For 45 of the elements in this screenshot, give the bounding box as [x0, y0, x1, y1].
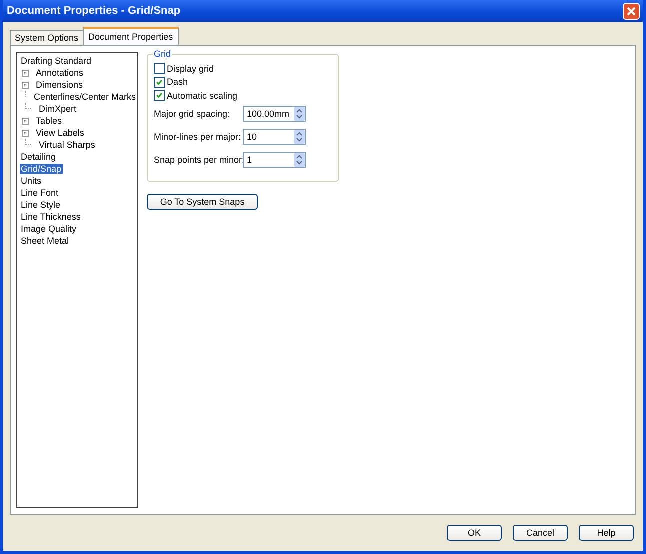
- checkbox-label: Automatic scaling: [167, 90, 238, 101]
- spin-field[interactable]: 1: [243, 152, 306, 168]
- tree-item[interactable]: Virtual Sharps: [38, 140, 96, 150]
- expand-icon[interactable]: [22, 130, 29, 136]
- dialog-button[interactable]: Cancel: [513, 525, 568, 541]
- expand-icon[interactable]: [22, 118, 29, 124]
- checkbox[interactable]: [154, 76, 165, 88]
- spin-arrows-icon[interactable]: [294, 107, 305, 121]
- tree-item[interactable]: Centerlines/Center Marks: [33, 92, 138, 102]
- tree-item[interactable]: Dimensions: [35, 80, 84, 90]
- tree-item[interactable]: Grid/Snap: [20, 164, 63, 174]
- tree-item[interactable]: View Labels: [35, 128, 86, 138]
- tree-item[interactable]: Drafting Standard: [20, 56, 93, 66]
- checkbox-label: Display grid: [167, 64, 214, 74]
- spin-arrows-icon[interactable]: [294, 130, 305, 144]
- tree-item[interactable]: Line Font: [20, 188, 60, 198]
- tree-item[interactable]: Detailing: [20, 152, 58, 162]
- expand-icon[interactable]: [22, 82, 29, 88]
- checkbox-label: Dash: [167, 77, 188, 88]
- expand-icon[interactable]: [22, 70, 29, 76]
- tree-item[interactable]: Annotations: [35, 68, 85, 78]
- spin-arrows-icon[interactable]: [294, 153, 305, 167]
- field-label: Snap points per minor:: [154, 155, 243, 165]
- dialog-button[interactable]: Help: [579, 525, 634, 541]
- tree-item[interactable]: Line Thickness: [20, 212, 82, 222]
- system-snaps-button[interactable]: Go To System Snaps: [147, 194, 258, 210]
- spin-field[interactable]: 100.00mm: [243, 106, 306, 122]
- checkbox[interactable]: [154, 90, 165, 102]
- close-icon: [627, 6, 636, 16]
- field-label: Minor-lines per major:: [154, 132, 242, 142]
- tab[interactable]: Document Properties: [82, 27, 180, 45]
- tree-item[interactable]: Line Style: [20, 200, 62, 210]
- window-title: Document Properties - Grid/Snap: [7, 5, 181, 17]
- tree-item[interactable]: Sheet Metal: [20, 236, 70, 246]
- tree-item[interactable]: Tables: [35, 116, 64, 126]
- field-label: Major grid spacing:: [154, 109, 232, 119]
- close-button[interactable]: [623, 2, 640, 20]
- tree-item[interactable]: Image Quality: [20, 224, 78, 234]
- tree-item[interactable]: Units: [20, 176, 43, 186]
- checkbox[interactable]: [154, 63, 165, 74]
- spin-field[interactable]: 10: [243, 129, 306, 145]
- dialog-button[interactable]: OK: [447, 525, 502, 541]
- tree-item[interactable]: DimXpert: [38, 104, 78, 114]
- group-title: Grid: [153, 49, 172, 59]
- tab[interactable]: System Options: [10, 30, 84, 45]
